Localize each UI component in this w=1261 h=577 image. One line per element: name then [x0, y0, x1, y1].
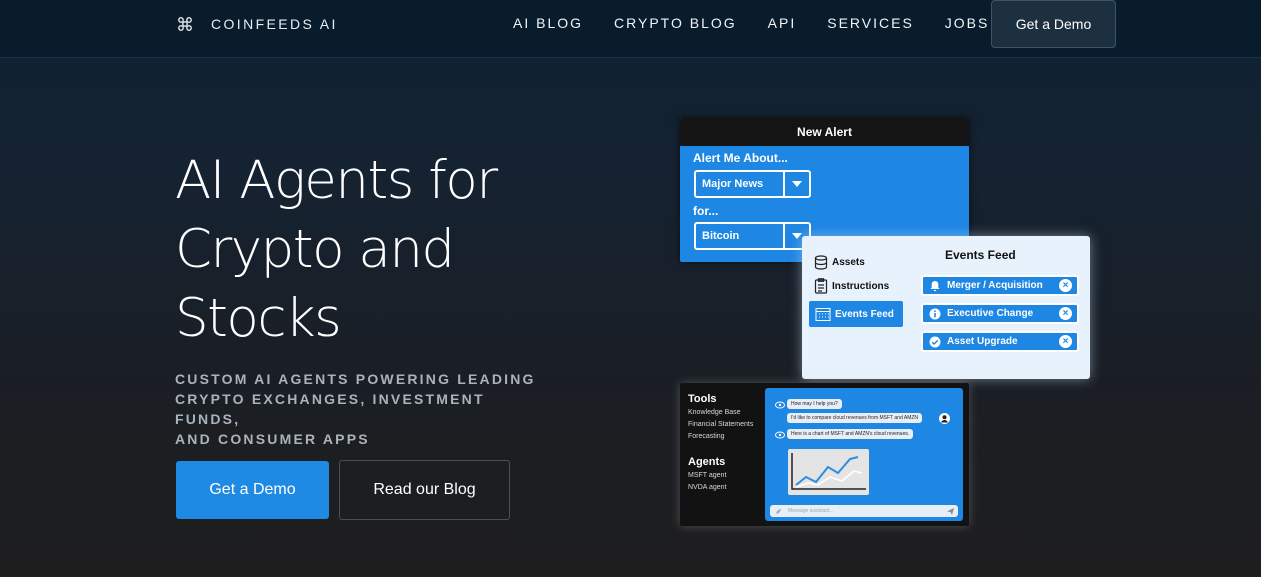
hero-title-line: AI Agents for: [175, 150, 498, 211]
nav-link-services[interactable]: SERVICES: [827, 14, 914, 32]
event-pill-merger[interactable]: Merger / Acquisition ×: [921, 275, 1079, 296]
user-avatar-icon: [939, 413, 950, 424]
user-message: I'd like to compare cloud revenues from …: [787, 413, 923, 423]
event-label: Merger / Acquisition: [947, 280, 1043, 291]
hero-title-line: Stocks: [175, 288, 342, 349]
tool-item[interactable]: Knowledge Base: [688, 409, 741, 416]
bot-icon: [775, 401, 785, 409]
check-circle-icon: [929, 336, 941, 347]
hero-subtitle-line: CUSTOM AI AGENTS POWERING LEADING: [175, 371, 536, 387]
alert-asset-value: Bitcoin: [702, 230, 740, 242]
bell-icon: [930, 280, 940, 291]
close-icon[interactable]: ×: [1059, 279, 1072, 292]
brand-logo[interactable]: COINFEEDS AI: [176, 14, 338, 34]
get-demo-button[interactable]: Get a Demo: [176, 461, 329, 519]
tool-item[interactable]: Forecasting: [688, 433, 725, 440]
new-alert-title: New Alert: [680, 118, 969, 146]
sidebar-item-events-feed[interactable]: Events Feed: [809, 301, 903, 327]
hero-title: AI Agents for Crypto and Stocks: [175, 146, 615, 353]
events-feed-title: Events Feed: [945, 248, 1016, 262]
sidebar-item-assets[interactable]: Assets: [814, 252, 865, 272]
assistant-message: Here is a chart of MSFT and AMZN's cloud…: [787, 429, 914, 439]
close-icon[interactable]: ×: [1059, 307, 1072, 320]
event-label: Executive Change: [947, 308, 1034, 319]
sidebar-item-label: Instructions: [832, 280, 890, 292]
brand-name: COINFEEDS AI: [211, 16, 338, 32]
agent-item[interactable]: NVDA agent: [688, 484, 727, 491]
calendar-icon: [815, 308, 831, 321]
hero-subtitle-line: AND CONSUMER APPS: [175, 431, 370, 447]
brand-logo-icon: [178, 17, 192, 31]
agent-item[interactable]: MSFT agent: [688, 472, 726, 479]
chat-assistant-card: Tools Knowledge Base Financial Statement…: [680, 383, 969, 526]
alert-for-label: for...: [693, 204, 719, 218]
sidebar-item-label: Events Feed: [835, 308, 894, 320]
top-nav: COINFEEDS AI AI BLOG CRYPTO BLOG API SER…: [0, 0, 1261, 58]
agents-title: Agents: [688, 456, 726, 468]
send-icon[interactable]: [947, 508, 954, 515]
event-pill-executive[interactable]: Executive Change ×: [921, 303, 1079, 324]
nav-link-ai-blog[interactable]: AI BLOG: [513, 14, 583, 32]
events-feed-card: Events Feed Assets Instructions Events F…: [802, 236, 1090, 379]
close-icon[interactable]: ×: [1059, 335, 1072, 348]
sidebar-item-label: Assets: [832, 256, 865, 268]
event-label: Asset Upgrade: [947, 336, 1018, 347]
clipboard-icon: [814, 278, 828, 294]
tool-item[interactable]: Financial Statements: [688, 421, 753, 428]
event-pill-upgrade[interactable]: Asset Upgrade ×: [921, 331, 1079, 352]
alert-topic-value: Major News: [702, 178, 764, 190]
info-icon: [929, 308, 941, 319]
alert-about-label: Alert Me About...: [693, 151, 788, 165]
nav-link-api[interactable]: API: [768, 14, 797, 32]
chat-panel: How may I help you? I'd like to compare …: [765, 388, 963, 521]
nav-link-crypto-blog[interactable]: CRYPTO BLOG: [614, 14, 737, 32]
hero-subtitle-line: CRYPTO EXCHANGES, INVESTMENT FUNDS,: [175, 391, 485, 427]
nav-get-demo-button[interactable]: Get a Demo: [991, 0, 1116, 48]
database-icon: [814, 254, 828, 270]
message-input[interactable]: Message assistant...: [770, 505, 958, 517]
sidebar-item-instructions[interactable]: Instructions: [814, 276, 889, 296]
nav-link-jobs[interactable]: JOBS: [945, 14, 990, 32]
bot-icon: [775, 431, 785, 439]
hero-subtitle: CUSTOM AI AGENTS POWERING LEADING CRYPTO…: [175, 369, 555, 449]
alert-asset-select[interactable]: Bitcoin: [694, 222, 811, 250]
hero-title-line: Crypto and: [175, 219, 455, 280]
nav-links: AI BLOG CRYPTO BLOG API SERVICES JOBS: [513, 14, 1020, 32]
alert-topic-select[interactable]: Major News: [694, 170, 811, 198]
chevron-down-icon: [783, 172, 809, 196]
assistant-message: How may I help you?: [787, 399, 842, 409]
pencil-icon: [776, 509, 781, 514]
tools-title: Tools: [688, 393, 717, 405]
read-blog-button[interactable]: Read our Blog: [339, 460, 510, 520]
revenue-chart-thumbnail: [788, 449, 869, 495]
